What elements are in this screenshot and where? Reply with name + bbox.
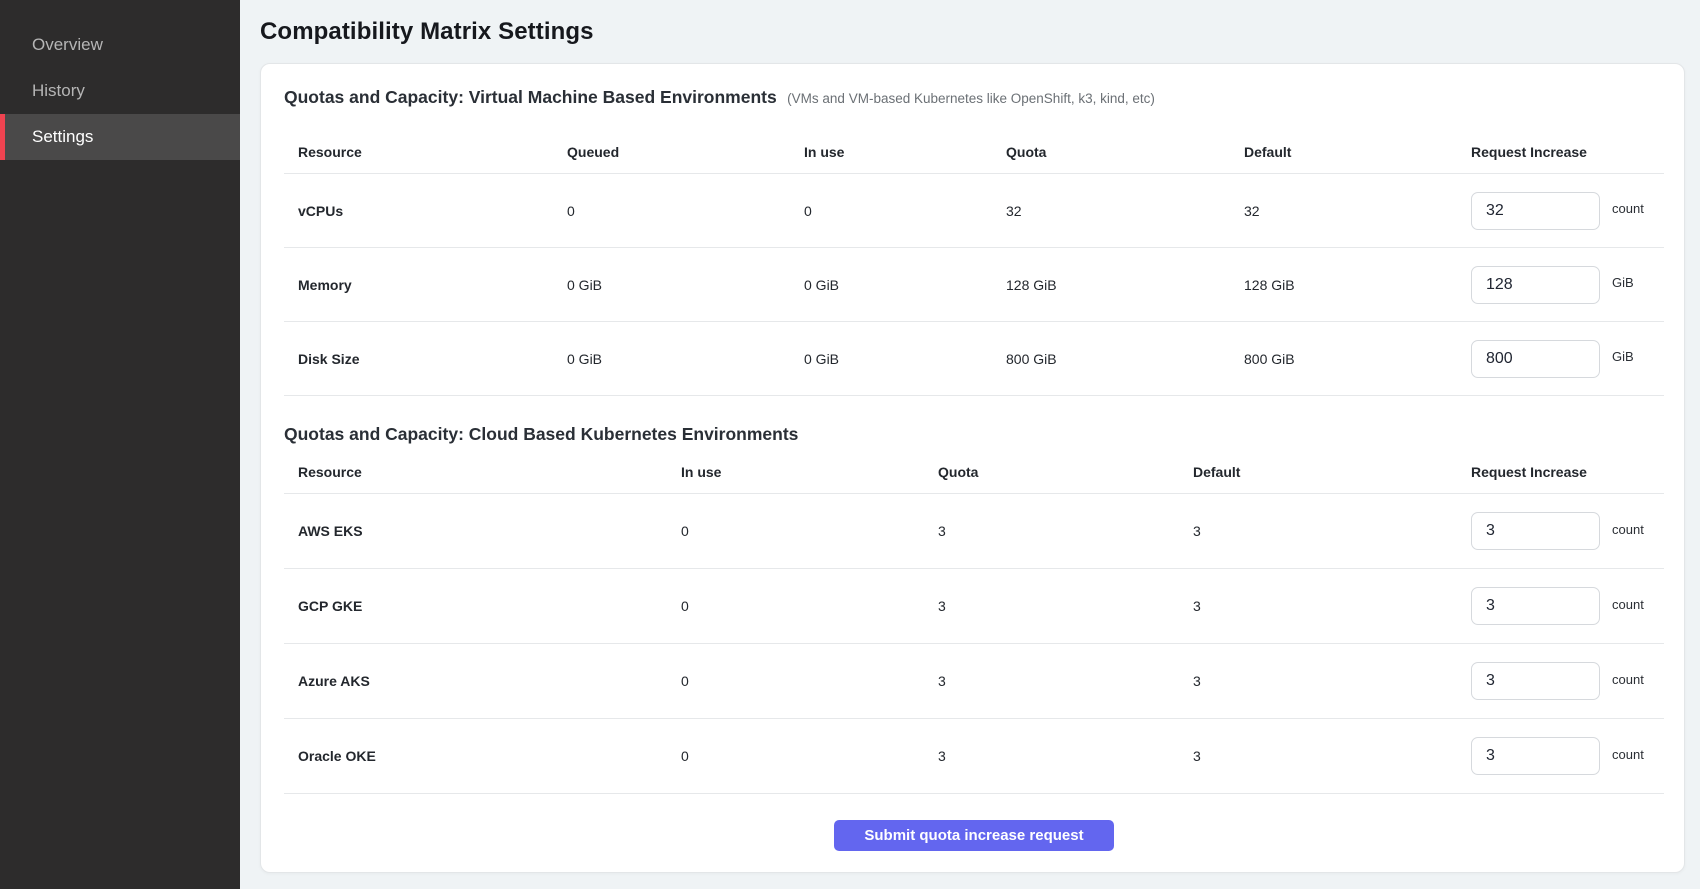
- main-content: Compatibility Matrix Settings Quotas and…: [240, 0, 1700, 889]
- quota-value: 3: [938, 673, 1193, 689]
- sidebar-item-label: History: [32, 81, 85, 101]
- unit-label: GiB: [1612, 275, 1634, 290]
- resource-name: vCPUs: [284, 203, 567, 219]
- column-header-resource: Resource: [284, 464, 681, 480]
- request-increase-cell: count: [1471, 587, 1664, 625]
- column-header-quota: Quota: [1006, 144, 1244, 160]
- unit-label: count: [1612, 522, 1644, 537]
- in-use-value: 0 GiB: [804, 351, 1006, 367]
- gcp-gke-request-input[interactable]: [1471, 587, 1600, 625]
- sidebar-item-label: Settings: [32, 127, 93, 147]
- column-header-in-use: In use: [681, 464, 938, 480]
- in-use-value: 0: [681, 748, 938, 764]
- aws-eks-request-input[interactable]: [1471, 512, 1600, 550]
- queued-value: 0: [567, 203, 804, 219]
- column-header-quota: Quota: [938, 464, 1193, 480]
- request-increase-cell: count: [1471, 737, 1664, 775]
- azure-aks-request-input[interactable]: [1471, 662, 1600, 700]
- sidebar-item-settings[interactable]: Settings: [0, 114, 240, 160]
- in-use-value: 0: [681, 598, 938, 614]
- unit-label: count: [1612, 747, 1644, 762]
- resource-name: Azure AKS: [284, 673, 681, 689]
- table-header-row: Resource Queued In use Quota Default Req…: [284, 130, 1664, 174]
- quota-value: 800 GiB: [1006, 351, 1244, 367]
- unit-label: count: [1612, 672, 1644, 687]
- quota-value: 128 GiB: [1006, 277, 1244, 293]
- request-increase-cell: GiB: [1471, 266, 1664, 304]
- request-increase-cell: count: [1471, 192, 1664, 230]
- in-use-value: 0 GiB: [804, 277, 1006, 293]
- default-value: 3: [1193, 748, 1471, 764]
- resource-name: Disk Size: [284, 351, 567, 367]
- table-row-azure-aks: Azure AKS 0 3 3 count: [284, 644, 1664, 719]
- vm-section-header: Quotas and Capacity: Virtual Machine Bas…: [284, 87, 1664, 109]
- sidebar-item-history[interactable]: History: [0, 68, 240, 114]
- column-header-resource: Resource: [284, 144, 567, 160]
- vm-section-title: Quotas and Capacity: Virtual Machine Bas…: [284, 87, 777, 107]
- quota-settings-card: Quotas and Capacity: Virtual Machine Bas…: [260, 63, 1685, 873]
- table-header-row: Resource In use Quota Default Request In…: [284, 451, 1664, 494]
- table-row-gcp-gke: GCP GKE 0 3 3 count: [284, 569, 1664, 644]
- quota-value: 3: [938, 598, 1193, 614]
- unit-label: count: [1612, 201, 1644, 216]
- card-footer: Submit quota increase request: [284, 794, 1664, 872]
- unit-label: GiB: [1612, 349, 1634, 364]
- resource-name: AWS EKS: [284, 523, 681, 539]
- column-header-request-increase: Request Increase: [1471, 144, 1664, 160]
- quota-value: 3: [938, 748, 1193, 764]
- request-increase-cell: GiB: [1471, 340, 1664, 378]
- default-value: 32: [1244, 203, 1471, 219]
- default-value: 3: [1193, 598, 1471, 614]
- queued-value: 0 GiB: [567, 351, 804, 367]
- memory-request-input[interactable]: [1471, 266, 1600, 304]
- table-row-disk-size: Disk Size 0 GiB 0 GiB 800 GiB 800 GiB Gi…: [284, 322, 1664, 396]
- vcpus-request-input[interactable]: [1471, 192, 1600, 230]
- default-value: 3: [1193, 523, 1471, 539]
- in-use-value: 0: [804, 203, 1006, 219]
- cloud-section-header: Quotas and Capacity: Cloud Based Kuberne…: [284, 424, 1664, 446]
- table-row-memory: Memory 0 GiB 0 GiB 128 GiB 128 GiB GiB: [284, 248, 1664, 322]
- column-header-request-increase: Request Increase: [1471, 464, 1664, 480]
- sidebar: Overview History Settings: [0, 0, 240, 889]
- column-header-default: Default: [1193, 464, 1471, 480]
- resource-name: Oracle OKE: [284, 748, 681, 764]
- resource-name: GCP GKE: [284, 598, 681, 614]
- default-value: 800 GiB: [1244, 351, 1471, 367]
- cloud-quota-table: Resource In use Quota Default Request In…: [284, 451, 1664, 794]
- cloud-section-title: Quotas and Capacity: Cloud Based Kuberne…: [284, 424, 798, 444]
- column-header-queued: Queued: [567, 144, 804, 160]
- resource-name: Memory: [284, 277, 567, 293]
- column-header-default: Default: [1244, 144, 1471, 160]
- default-value: 128 GiB: [1244, 277, 1471, 293]
- sidebar-item-overview[interactable]: Overview: [0, 22, 240, 68]
- sidebar-item-label: Overview: [32, 35, 103, 55]
- disk-size-request-input[interactable]: [1471, 340, 1600, 378]
- submit-quota-increase-button[interactable]: Submit quota increase request: [834, 820, 1114, 851]
- unit-label: count: [1612, 597, 1644, 612]
- request-increase-cell: count: [1471, 662, 1664, 700]
- in-use-value: 0: [681, 523, 938, 539]
- vm-quota-table: Resource Queued In use Quota Default Req…: [284, 130, 1664, 396]
- oracle-oke-request-input[interactable]: [1471, 737, 1600, 775]
- table-row-oracle-oke: Oracle OKE 0 3 3 count: [284, 719, 1664, 794]
- table-row-vcpus: vCPUs 0 0 32 32 count: [284, 174, 1664, 248]
- vm-section-subtitle: (VMs and VM-based Kubernetes like OpenSh…: [787, 91, 1155, 106]
- quota-value: 32: [1006, 203, 1244, 219]
- column-header-in-use: In use: [804, 144, 1006, 160]
- in-use-value: 0: [681, 673, 938, 689]
- quota-value: 3: [938, 523, 1193, 539]
- request-increase-cell: count: [1471, 512, 1664, 550]
- queued-value: 0 GiB: [567, 277, 804, 293]
- table-row-aws-eks: AWS EKS 0 3 3 count: [284, 494, 1664, 569]
- page-title: Compatibility Matrix Settings: [260, 18, 1685, 45]
- default-value: 3: [1193, 673, 1471, 689]
